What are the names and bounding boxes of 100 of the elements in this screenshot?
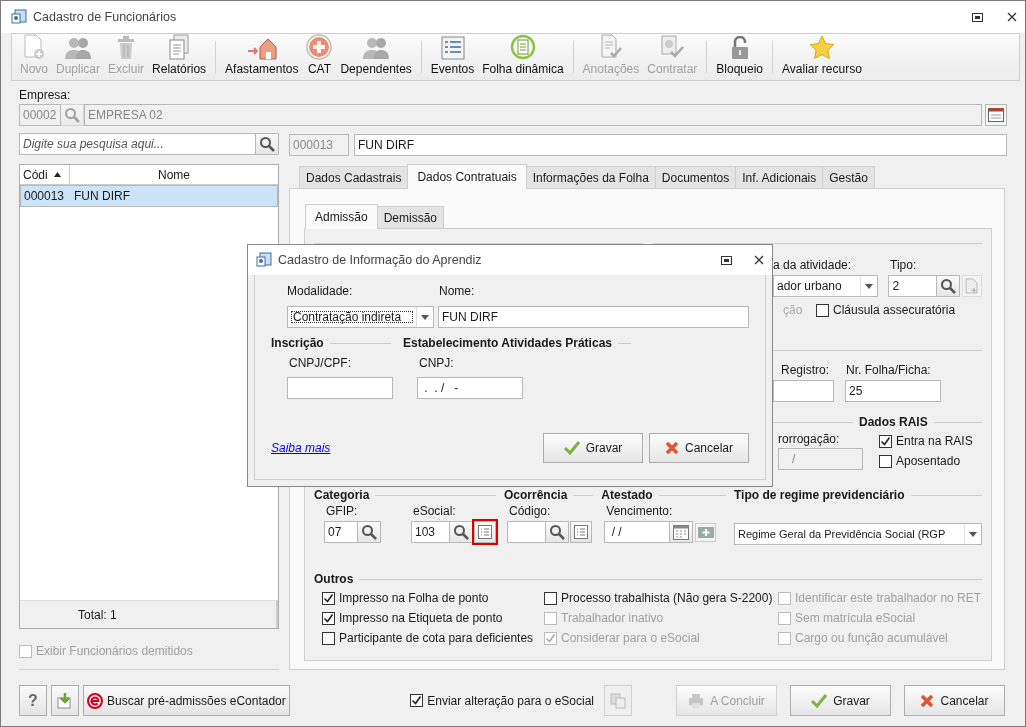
checkbox[interactable] xyxy=(410,694,424,707)
section-heading: Inscrição xyxy=(271,336,324,350)
tab[interactable]: Inf. Adicionais xyxy=(735,166,824,188)
type-field[interactable]: 2 xyxy=(888,275,938,297)
checkbox[interactable] xyxy=(816,303,829,317)
window-title: Cadastro de Funcionários xyxy=(33,10,177,24)
list-button[interactable] xyxy=(474,521,496,543)
list-icon xyxy=(574,525,588,539)
checkbox[interactable] xyxy=(322,611,335,625)
cnpj-cpf-field[interactable] xyxy=(287,377,393,399)
name-field[interactable]: FUN DIRF xyxy=(438,306,749,328)
list-row[interactable]: 000013 FUN DIRF xyxy=(20,185,278,207)
section-heading: Dados RAIS xyxy=(859,415,928,429)
import-button[interactable] xyxy=(51,685,79,716)
checkbox-label: Cláusula assecuratória xyxy=(833,303,956,317)
esocial-field[interactable]: 103 xyxy=(411,521,450,543)
calendar-button[interactable] xyxy=(670,521,694,543)
close-icon[interactable] xyxy=(1007,12,1017,22)
field-label: Código: xyxy=(508,504,552,518)
field-label: a da atividade: xyxy=(773,257,853,272)
checkbox-label: Processo trabalhista (Não gera S-2200) xyxy=(561,591,773,605)
checkbox-label: Sem matrícula eSocial xyxy=(795,611,916,625)
search-button[interactable] xyxy=(256,133,279,155)
help-link[interactable]: Saiba mais xyxy=(271,441,331,455)
gfip-field[interactable]: 07 xyxy=(324,521,358,543)
toolbar-button[interactable]: Bloqueio xyxy=(712,35,768,79)
padlock-icon xyxy=(729,35,750,60)
search-button[interactable] xyxy=(937,275,961,297)
search-button[interactable] xyxy=(450,521,473,543)
restore-icon[interactable] xyxy=(721,255,732,265)
search-pre-admissions-button[interactable]: Buscar pré-admissões eContador xyxy=(83,685,290,716)
help-button[interactable]: ? xyxy=(19,685,47,716)
cancel-button[interactable]: Cancelar xyxy=(649,433,749,463)
field-label: rorrogação: xyxy=(778,432,841,446)
checkbox[interactable] xyxy=(544,591,557,605)
sheet-number-field[interactable]: 25 xyxy=(845,380,941,402)
letter-e-logo-icon xyxy=(87,692,103,709)
close-icon[interactable] xyxy=(754,255,764,265)
tab[interactable]: Informações da Folha xyxy=(525,166,656,188)
checkbox-label: Cargo ou função acumulável xyxy=(795,631,948,645)
people-icon xyxy=(362,35,391,60)
save-button[interactable]: Gravar xyxy=(790,685,891,716)
toolbar-button[interactable]: Relatórios xyxy=(148,35,211,79)
tab[interactable]: Documentos xyxy=(654,166,737,188)
list-icon xyxy=(440,35,465,60)
cancel-button[interactable]: Cancelar xyxy=(904,685,1005,716)
registration-field[interactable] xyxy=(773,380,834,402)
dialog-title: Cadastro de Informação do Aprendiz xyxy=(278,253,482,267)
checkbox[interactable] xyxy=(879,434,892,448)
calculator-refresh-icon xyxy=(509,34,536,60)
checkbox-label: Exibir Funcionários demitidos xyxy=(36,644,193,658)
search-button[interactable] xyxy=(546,521,569,543)
checkbox-label: Enviar alteração para o eSocial xyxy=(427,693,594,708)
list-icon xyxy=(478,525,492,539)
field-label: GFIP: xyxy=(325,504,359,518)
list-button[interactable] xyxy=(570,521,592,543)
section-heading: Ocorrência xyxy=(504,488,568,502)
toolbar-button[interactable]: CAT xyxy=(302,35,337,79)
tab[interactable]: Dados Contratuais xyxy=(407,164,527,189)
section-heading: Categoria xyxy=(314,488,370,502)
dropdown[interactable]: Contratação indireta xyxy=(287,306,434,328)
section-heading: Outros xyxy=(314,572,354,586)
occurrence-code-field[interactable] xyxy=(507,521,546,543)
checkmark-icon xyxy=(563,441,580,455)
checkbox[interactable] xyxy=(879,454,892,468)
field-label: Modalidade: xyxy=(287,284,354,298)
checkbox[interactable] xyxy=(322,591,335,605)
cnpj-field[interactable]: . . / - xyxy=(417,377,523,399)
sort-arrow-icon xyxy=(53,172,61,177)
search-field[interactable]: Digite sua pesquisa aqui... xyxy=(19,133,256,155)
checkbox[interactable] xyxy=(322,631,335,645)
toolbar-button[interactable]: Afastamentos xyxy=(221,35,303,79)
tab[interactable]: Gestão xyxy=(822,166,875,188)
employee-name-field[interactable]: FUN DIRF xyxy=(354,133,1007,156)
dropdown[interactable]: ador urbano xyxy=(773,275,879,297)
option-label: ção xyxy=(782,303,804,317)
section-heading: Estabelecimento Atividades Práticas xyxy=(403,336,612,350)
printer-icon xyxy=(688,693,705,708)
checkbox-label: Participante de cota para deficientes xyxy=(339,631,534,645)
calendar-button[interactable] xyxy=(985,104,1007,126)
tab[interactable]: Demissão xyxy=(376,206,445,228)
checkbox-label: Considerar para o eSocial xyxy=(561,631,700,645)
column-header[interactable]: Nome xyxy=(70,165,278,184)
toolbar-button[interactable]: Eventos xyxy=(426,35,479,79)
column-header[interactable]: Códi xyxy=(20,165,70,184)
toolbar-button[interactable]: Avaliar recurso xyxy=(778,35,866,79)
field-label: Tipo: xyxy=(890,257,917,272)
close-icon xyxy=(665,441,679,455)
field-label: Empresa: xyxy=(19,88,72,102)
toolbar-button[interactable]: Folha dinâmica xyxy=(478,35,568,79)
toolbar-button[interactable]: Dependentes xyxy=(336,35,416,79)
copy-icon xyxy=(610,692,626,709)
tab[interactable]: Dados Cadastrais xyxy=(299,166,409,188)
save-button[interactable]: Gravar xyxy=(543,433,643,463)
app-icon xyxy=(256,252,272,268)
due-date-field[interactable]: / / xyxy=(604,521,671,543)
search-button[interactable] xyxy=(358,521,381,543)
download-arrow-icon xyxy=(56,691,74,710)
tab[interactable]: Admissão xyxy=(305,204,378,229)
dropdown[interactable]: Regime Geral da Previdência Social (RGP xyxy=(734,523,982,545)
